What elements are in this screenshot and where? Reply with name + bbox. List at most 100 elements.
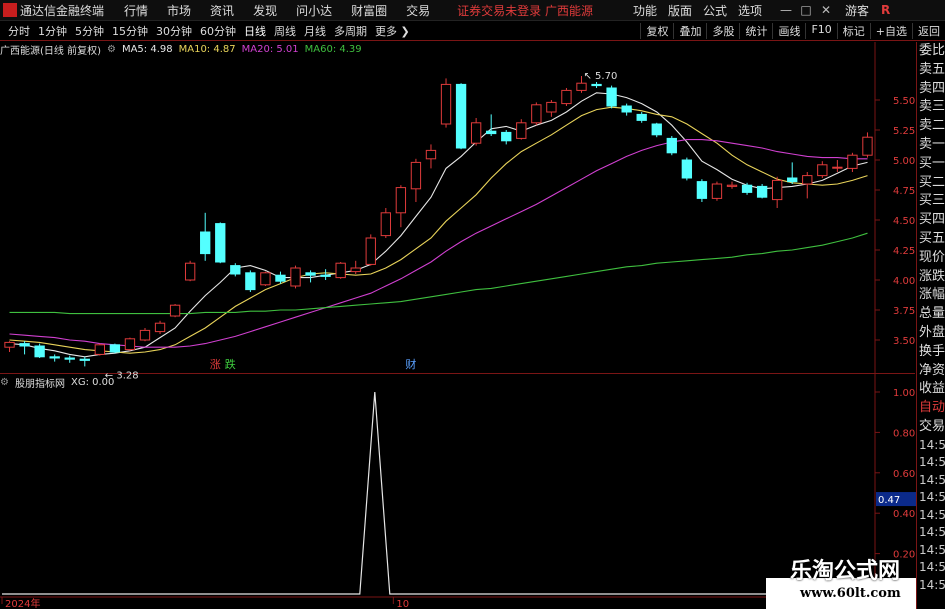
tick-time: 14:56 (919, 455, 945, 470)
candle-up (350, 267, 361, 273)
price-axis-label: 4.75 (893, 186, 915, 197)
quote-item-10: 买五 (919, 230, 945, 246)
candle-down (455, 83, 467, 149)
candle-up (817, 164, 828, 177)
candle-down (245, 272, 256, 291)
candle-up (335, 262, 346, 279)
tick-time: 14:56 (919, 542, 945, 557)
sub-axis-label: 1.00 (893, 388, 915, 399)
candle-up (410, 161, 422, 190)
low-price-label: ← 3.28 (105, 370, 139, 381)
xg-line (2, 391, 875, 595)
quote-item-15: 外盘 (919, 324, 945, 340)
quote-item-4: 卖二 (919, 118, 945, 134)
price-axis-label: 3.50 (893, 336, 915, 347)
tick-time: 14:56 (919, 560, 945, 575)
candle-up (802, 175, 813, 185)
quote-item-7: 买二 (919, 174, 945, 190)
candle-down (275, 274, 286, 282)
candle-down (741, 184, 753, 193)
sub-axis-label: 0.60 (893, 469, 915, 480)
candle-down (64, 357, 75, 360)
candle-up (531, 104, 542, 124)
candle-up (711, 183, 723, 199)
candle-up (4, 341, 15, 348)
candle-up (847, 154, 858, 169)
tick-time: 14:56 (919, 490, 945, 505)
ma20-line (9, 139, 868, 348)
candle-down (681, 159, 693, 179)
quote-item-16: 换手 (919, 343, 945, 359)
quote-item-8: 买三 (919, 193, 945, 209)
quote-item-1: 卖五 (919, 61, 945, 77)
price-axis-label: 4.00 (893, 276, 915, 287)
candle-down (230, 265, 241, 275)
candle-down (34, 345, 45, 358)
candle-down (215, 223, 226, 263)
candle-up (380, 212, 391, 237)
candle-up (260, 272, 271, 286)
candle-up (139, 329, 151, 341)
chart-canvas[interactable]: 5.50 5.25 5.00 4.75 4.50 4.25 4.00 3.75 3.50 ↖ 5.… (0, 0, 945, 609)
tick-time: 14:56 (919, 525, 945, 540)
candle-down (621, 105, 632, 113)
time-axis-label: 2024年 (5, 597, 40, 609)
candle-down (200, 231, 211, 255)
quote-item-9: 买四 (919, 212, 945, 228)
tick-time: 14:56 (919, 507, 945, 522)
quote-item-14: 总量 (919, 306, 945, 322)
price-axis-label: 4.50 (893, 216, 915, 227)
quote-item-11: 现价 (919, 249, 945, 265)
candle-down (666, 137, 677, 154)
quote-item-17: 净资 (919, 362, 945, 378)
quote-item-6: 买一 (919, 155, 945, 171)
candle-up (726, 184, 738, 187)
candle-up (771, 179, 783, 201)
current-value-label: 0.47 (878, 495, 900, 506)
ma60-line (9, 232, 868, 315)
candle-up (365, 237, 376, 265)
candle-down (787, 177, 798, 183)
sub-axis-label: 0.40 (893, 509, 915, 520)
candle-up (124, 338, 136, 351)
auto-trade-button[interactable]: 自动 (917, 399, 945, 418)
watermark-title: 乐淘公式网 (790, 558, 901, 584)
candle-down (49, 356, 60, 359)
candle-down (501, 131, 512, 142)
trade-label[interactable]: 交易 (917, 418, 945, 437)
candle-down (756, 185, 768, 198)
quote-item-0: 委比 (919, 43, 945, 58)
candle-up (516, 122, 527, 139)
candle-up (94, 344, 106, 355)
candle-up (561, 89, 572, 105)
price-axis-label: 5.50 (893, 96, 915, 107)
quote-panel: 委比 卖五 卖四 卖三 卖二 卖一 买一 买二 买三 买四 买五 现价 涨跌 涨幅 总量 外盘 换手 净资 收益 自动… (916, 42, 945, 609)
candle-down (109, 344, 121, 353)
price-axis-label: 5.25 (893, 126, 915, 137)
candle-up (576, 82, 587, 91)
time-axis-label: 10 (396, 599, 409, 609)
quote-item-18: 收益 (919, 381, 945, 397)
candle-down (320, 274, 331, 277)
candle-down (636, 113, 647, 121)
candle-up (169, 304, 181, 317)
event-marker: 跌 (225, 357, 236, 371)
candle-up (862, 136, 873, 156)
candle-down (19, 343, 30, 347)
candle-up (290, 267, 301, 287)
tick-time: 14:56 (919, 437, 945, 452)
event-marker: 涨 (210, 358, 221, 371)
quote-item-2: 卖四 (919, 80, 945, 96)
candle-up (425, 149, 437, 160)
price-axis-label: 4.25 (893, 246, 915, 257)
candle-down (79, 358, 90, 361)
price-axis-label: 5.00 (893, 156, 915, 167)
quote-item-12: 涨跌 (919, 268, 945, 284)
candle-up (154, 322, 166, 333)
candle-down (651, 123, 662, 136)
candle-down (696, 181, 708, 199)
candle-down (305, 272, 316, 276)
quote-item-3: 卖三 (919, 99, 945, 115)
high-price-label: ↖ 5.70 (583, 71, 617, 82)
event-marker: 财 (405, 357, 416, 371)
